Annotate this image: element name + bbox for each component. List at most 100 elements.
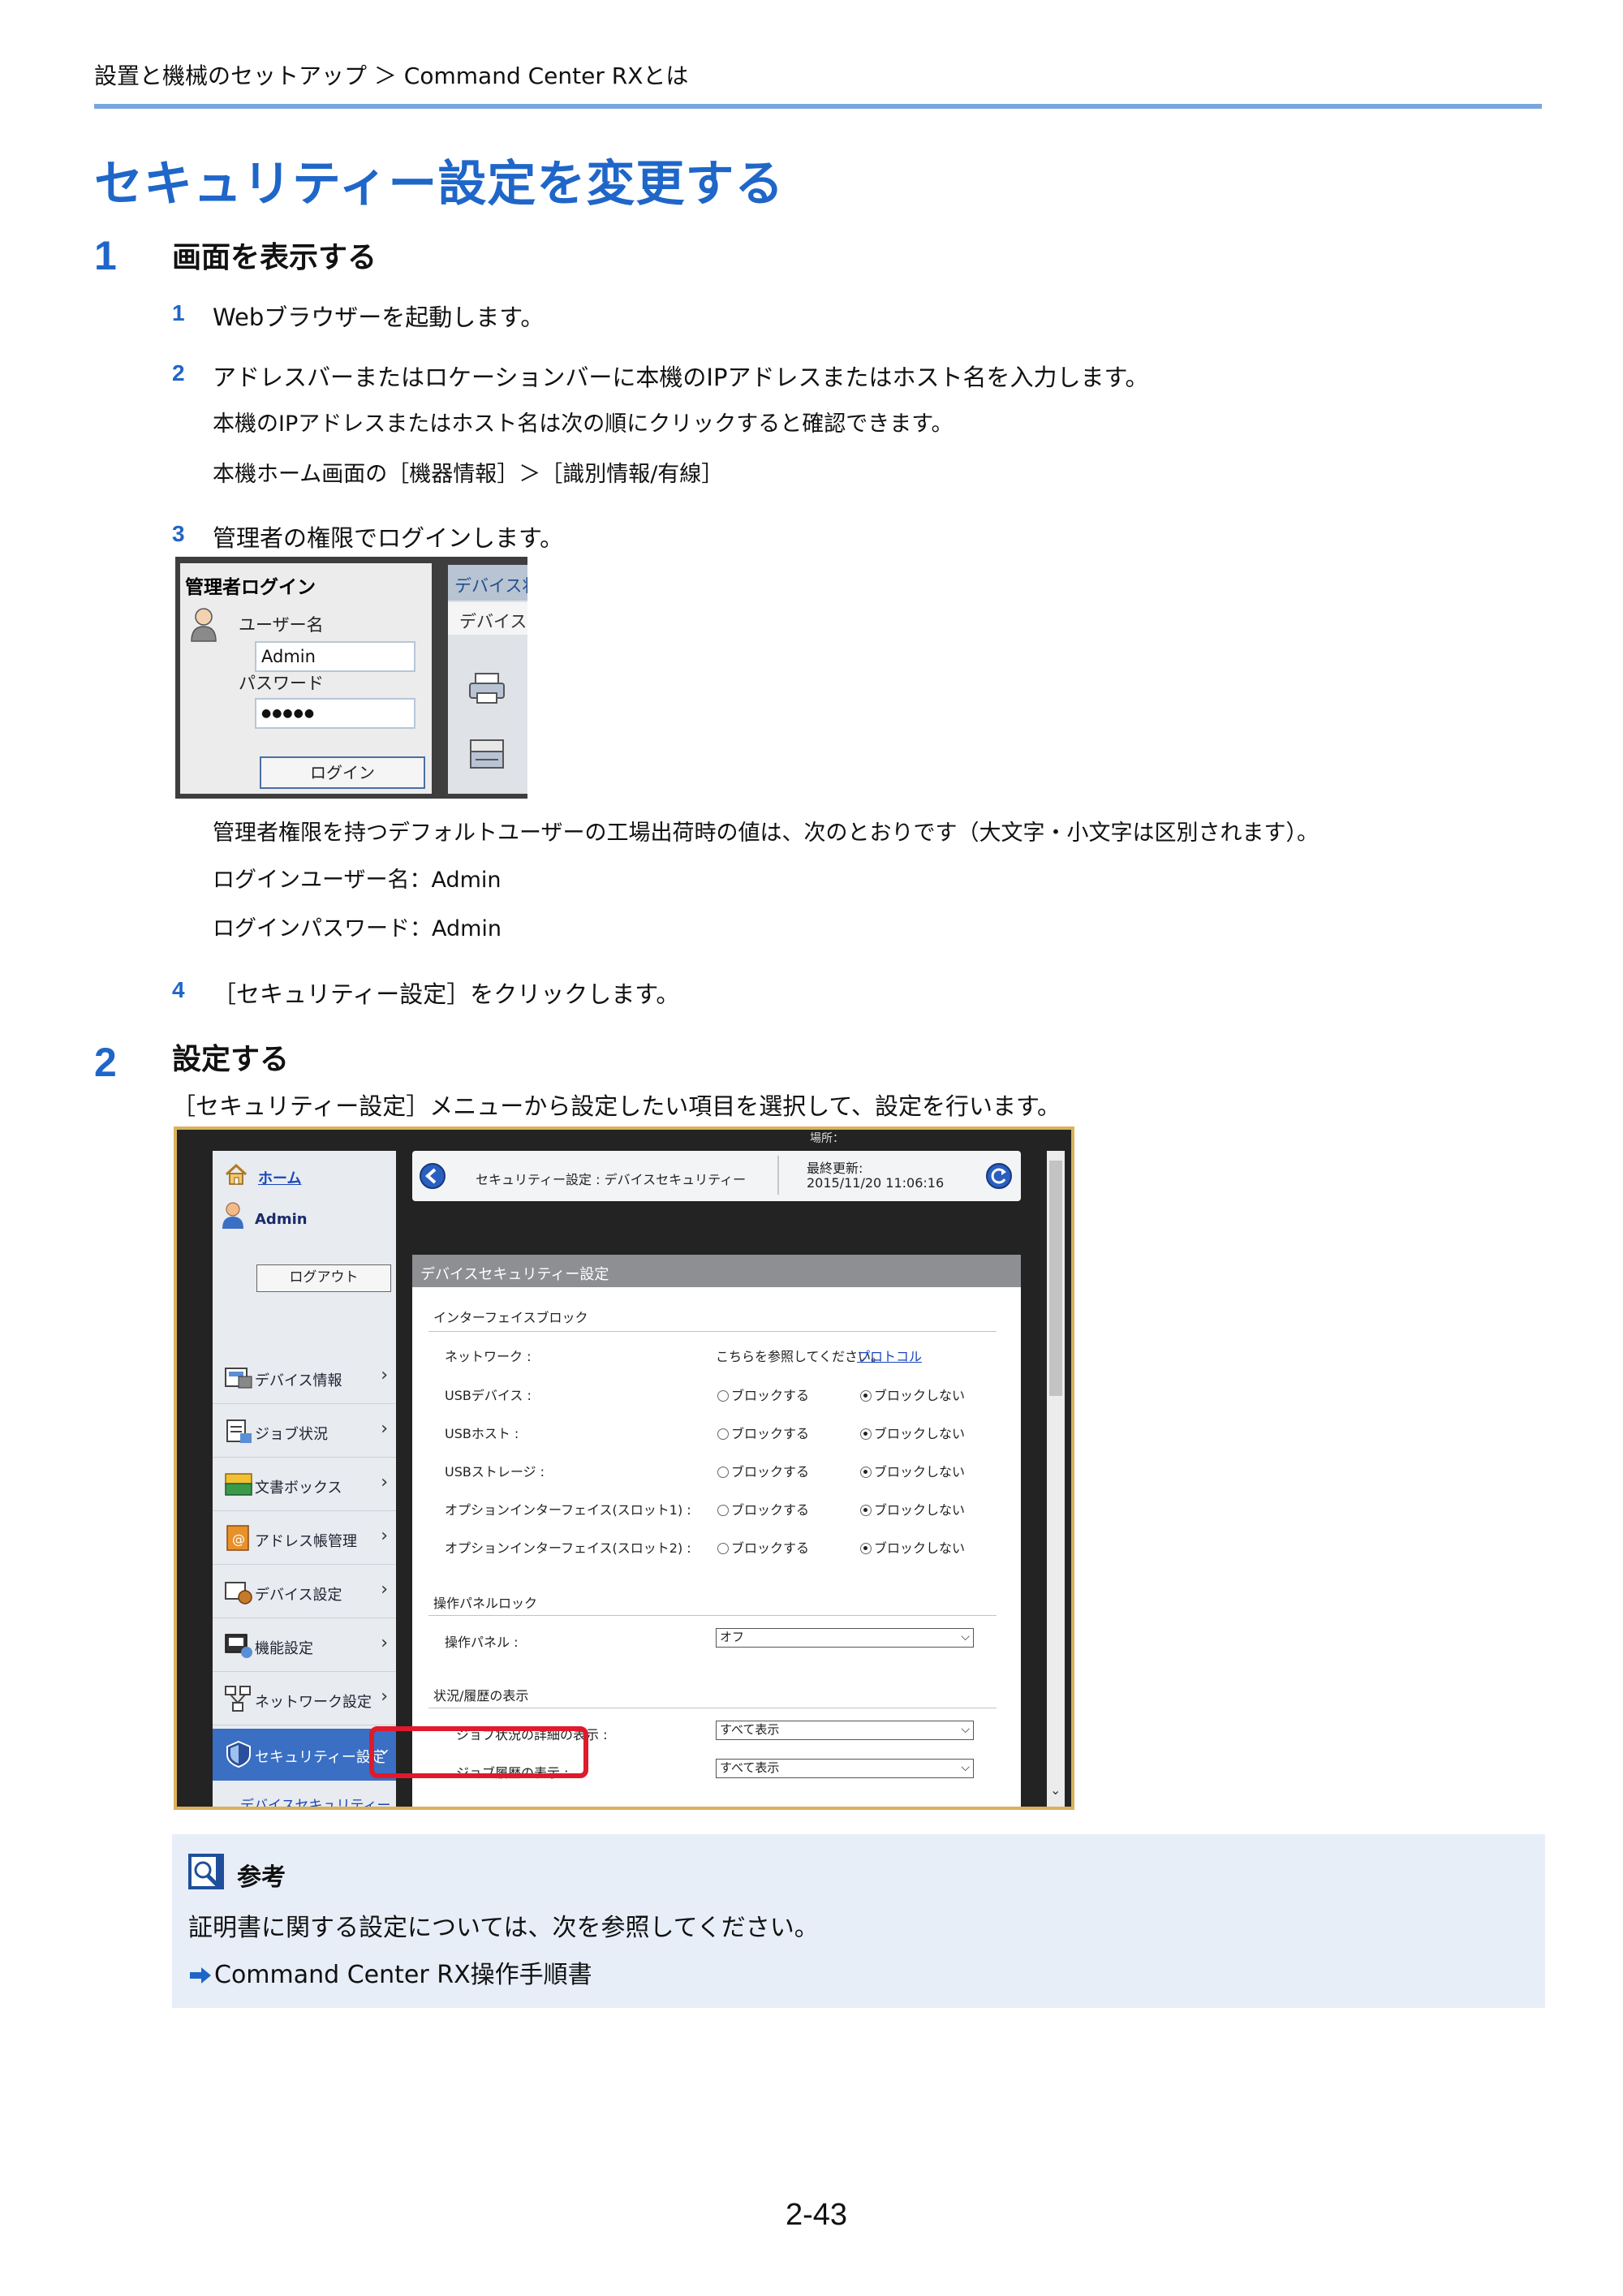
step-number: 1 bbox=[172, 300, 185, 325]
radio-label: ブロックしない bbox=[874, 1540, 966, 1556]
panel-lock-select[interactable]: オフ ⌵ bbox=[716, 1628, 974, 1648]
radio-button[interactable] bbox=[717, 1543, 729, 1554]
select-value: すべて表示 bbox=[720, 1760, 780, 1775]
chevron-right-icon: › bbox=[381, 1365, 388, 1385]
radio-button[interactable] bbox=[717, 1467, 729, 1478]
login-button[interactable]: ログイン bbox=[260, 756, 425, 789]
sidebar-item-label: デバイス情報 bbox=[255, 1372, 342, 1389]
logout-button[interactable]: ログアウト bbox=[256, 1264, 391, 1292]
radio-no-block[interactable]: ブロックしない bbox=[860, 1537, 965, 1557]
last-update-label: 最終更新: bbox=[807, 1161, 863, 1176]
refresh-icon[interactable] bbox=[985, 1162, 1013, 1190]
default-username: ログインユーザー名：Admin bbox=[213, 868, 502, 893]
radio-no-block[interactable]: ブロックしない bbox=[860, 1461, 965, 1480]
reference-note: 参考 証明書に関する設定については、次を参照してください。 Command Ce… bbox=[172, 1834, 1545, 2008]
svg-text:@: @ bbox=[232, 1531, 245, 1547]
username-label: ユーザー名 bbox=[239, 615, 324, 635]
manual-link[interactable]: Command Center RX操作手順書 bbox=[188, 1954, 592, 1990]
sidebar-item-document-box[interactable]: 文書ボックス › bbox=[213, 1459, 396, 1511]
radio-button[interactable] bbox=[717, 1505, 729, 1516]
radio-block[interactable]: ブロックする bbox=[717, 1499, 809, 1518]
sidebar-item-label: ジョブ状況 bbox=[255, 1426, 328, 1443]
sidebar-subitem-device-security[interactable]: デバイスセキュリティー bbox=[240, 1794, 390, 1807]
radio-button-selected[interactable] bbox=[860, 1467, 872, 1478]
sidebar-item-address-book[interactable]: @ アドレス帳管理 › bbox=[213, 1513, 396, 1565]
chevron-right-icon: › bbox=[381, 1419, 388, 1439]
radio-button-selected[interactable] bbox=[860, 1543, 872, 1554]
radio-label: ブロックする bbox=[731, 1540, 810, 1556]
job-status-icon bbox=[226, 1419, 252, 1443]
content-header: デバイスセキュリティー設定 bbox=[412, 1255, 1021, 1287]
job-detail-select[interactable]: すべて表示 ⌵ bbox=[716, 1721, 974, 1740]
radio-label: ブロックする bbox=[731, 1464, 810, 1480]
scroll-down-icon[interactable]: ⌄ bbox=[1050, 1782, 1061, 1798]
scrollbar[interactable]: ⌄ bbox=[1047, 1151, 1065, 1807]
radio-block[interactable]: ブロックする bbox=[717, 1461, 809, 1480]
sidebar-item-label: ネットワーク設定 bbox=[255, 1694, 372, 1711]
login-panel: 管理者ログイン ユーザー名 Admin パスワード ●●●●● ログイン bbox=[180, 563, 432, 794]
chevron-down-icon: ⌵ bbox=[961, 1630, 970, 1643]
step-number: 2 bbox=[172, 360, 185, 386]
security-shield-icon bbox=[226, 1740, 251, 1768]
breadcrumb: 設置と機械のセットアップ ＞ Command Center RXとは bbox=[94, 62, 689, 89]
page-title: セキュリティー設定を変更する bbox=[94, 156, 785, 213]
step-number: 3 bbox=[172, 521, 185, 546]
sidebar-item-network-settings[interactable]: ネットワーク設定 › bbox=[213, 1674, 396, 1725]
radio-button-selected[interactable] bbox=[860, 1505, 872, 1516]
highlight-frame bbox=[369, 1726, 588, 1778]
radio-button-selected[interactable] bbox=[860, 1390, 872, 1402]
sidebar-item-job-status[interactable]: ジョブ状況 › bbox=[213, 1406, 396, 1458]
chevron-right-icon: › bbox=[381, 1579, 388, 1600]
radio-block[interactable]: ブロックする bbox=[717, 1423, 809, 1442]
device-info-icon bbox=[225, 1368, 252, 1389]
home-icon bbox=[225, 1163, 248, 1185]
back-arrow-icon[interactable] bbox=[419, 1162, 446, 1190]
scrollbar-thumb[interactable] bbox=[1049, 1161, 1062, 1396]
step-text: アドレスバーまたはロケーションバーに本機のIPアドレスまたはホスト名を入力します… bbox=[213, 364, 1149, 391]
usb-device-label: USBデバイス : bbox=[445, 1388, 532, 1403]
note-text: 証明書に関する設定については、次を参照してください。 bbox=[188, 1914, 819, 1942]
login-screenshot: 管理者ログイン ユーザー名 Admin パスワード ●●●●● ログイン デバイ… bbox=[175, 557, 527, 799]
radio-button-selected[interactable] bbox=[860, 1428, 872, 1440]
username-input[interactable]: Admin bbox=[255, 641, 415, 672]
step-text: ［セキュリティー設定］をクリックします。 bbox=[213, 980, 680, 1008]
network-label: ネットワーク : bbox=[445, 1349, 532, 1364]
section-number: 2 bbox=[94, 1040, 117, 1085]
radio-no-block[interactable]: ブロックしない bbox=[860, 1385, 965, 1404]
radio-block[interactable]: ブロックする bbox=[717, 1537, 809, 1557]
content-topbar: セキュリティー設定 : デバイスセキュリティー 最終更新: 2015/11/20… bbox=[412, 1151, 1021, 1201]
radio-label: ブロックしない bbox=[874, 1464, 966, 1480]
document-box-icon bbox=[225, 1473, 252, 1496]
usb-host-label: USBホスト : bbox=[445, 1426, 519, 1441]
home-link[interactable]: ホーム bbox=[258, 1167, 301, 1188]
sidebar-item-label: 機能設定 bbox=[255, 1640, 313, 1657]
sidebar-item-device-info[interactable]: デバイス情報 › bbox=[213, 1352, 396, 1404]
device-status-tab[interactable]: デバイス状 bbox=[448, 565, 527, 601]
radio-label: ブロックする bbox=[731, 1502, 810, 1518]
option-slot2-label: オプションインターフェイス(スロット2) : bbox=[445, 1540, 691, 1556]
radio-no-block[interactable]: ブロックしない bbox=[860, 1499, 965, 1518]
section-title: 設定する bbox=[172, 1043, 290, 1076]
group-divider bbox=[428, 1331, 997, 1332]
radio-label: ブロックしない bbox=[874, 1502, 966, 1518]
device-sub-tab[interactable]: デバイス bbox=[448, 602, 527, 635]
protocol-link[interactable]: プロトコル bbox=[857, 1346, 922, 1365]
chevron-right-icon: › bbox=[381, 1472, 388, 1493]
radio-block[interactable]: ブロックする bbox=[717, 1385, 809, 1404]
sidebar-item-device-settings[interactable]: デバイス設定 › bbox=[213, 1566, 396, 1618]
radio-no-block[interactable]: ブロックしない bbox=[860, 1423, 965, 1442]
select-value: すべて表示 bbox=[720, 1722, 780, 1737]
note-title: 参考 bbox=[237, 1863, 286, 1892]
network-settings-icon bbox=[225, 1686, 251, 1712]
group-heading: 操作パネルロック bbox=[433, 1596, 538, 1611]
radio-label: ブロックする bbox=[731, 1388, 810, 1403]
radio-button[interactable] bbox=[717, 1428, 729, 1440]
chevron-right-icon: › bbox=[381, 1526, 388, 1546]
sidebar-item-function-settings[interactable]: 機能設定 › bbox=[213, 1620, 396, 1672]
device-panel: デバイス状 デバイス bbox=[448, 565, 527, 794]
chevron-right-icon: › bbox=[381, 1633, 388, 1653]
radio-button[interactable] bbox=[717, 1390, 729, 1402]
chevron-down-icon: ⌵ bbox=[961, 1723, 970, 1736]
job-log-select[interactable]: すべて表示 ⌵ bbox=[716, 1759, 974, 1778]
password-input[interactable]: ●●●●● bbox=[255, 698, 415, 729]
